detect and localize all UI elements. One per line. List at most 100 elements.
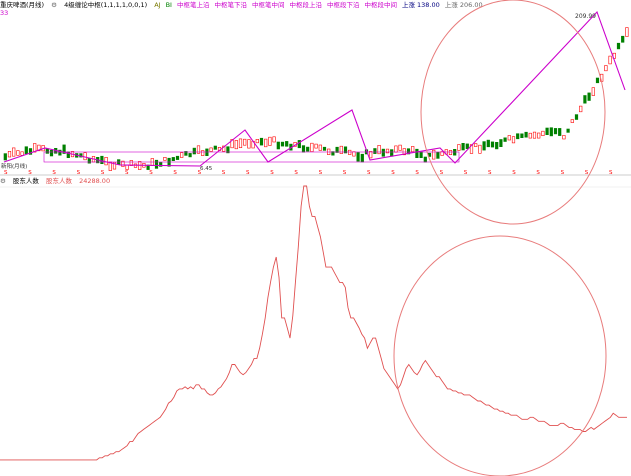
candle: [545, 127, 549, 135]
candle: [461, 143, 465, 151]
candle: [583, 95, 587, 104]
candle: [507, 135, 511, 141]
candle: [209, 147, 213, 152]
candle: [394, 145, 398, 153]
candle: [579, 105, 583, 113]
candle: [520, 133, 524, 139]
candle: [574, 114, 579, 120]
candle: [285, 141, 289, 147]
zigzag-lines: [3, 10, 626, 167]
candle: [175, 155, 180, 160]
candle: [465, 143, 469, 149]
candle: [566, 128, 570, 133]
candle: [49, 150, 54, 157]
sell-marker: S: [440, 170, 444, 176]
candle: [490, 141, 495, 148]
candle: [322, 146, 327, 151]
candle: [268, 136, 272, 146]
candle: [264, 138, 268, 148]
candle: [398, 144, 402, 151]
candlestick-series: [3, 27, 629, 171]
candle: [532, 131, 537, 139]
candle: [570, 119, 574, 123]
sell-marker: S: [222, 170, 226, 176]
candle: [20, 151, 24, 156]
candle: [423, 156, 427, 163]
zigzag-line: [3, 10, 626, 167]
sell-marker: S: [4, 170, 8, 176]
candle: [272, 136, 276, 143]
sell-marker: S: [149, 170, 153, 176]
candle: [12, 147, 16, 157]
candle: [87, 158, 91, 164]
candle: [448, 150, 453, 155]
candle: [171, 157, 175, 161]
candle: [549, 127, 553, 137]
candle: [499, 139, 503, 147]
candle: [352, 151, 356, 157]
candle: [516, 133, 520, 140]
sell-marker: S: [101, 170, 105, 176]
candle: [3, 153, 7, 161]
low-price-label: 6.45: [200, 166, 213, 172]
candle: [255, 139, 259, 144]
candle: [100, 155, 104, 164]
candle: [474, 143, 478, 147]
candle: [163, 157, 167, 161]
candle: [356, 152, 360, 162]
sell-marker: S: [28, 170, 32, 176]
candle: [339, 145, 343, 154]
candle: [608, 55, 612, 65]
candle: [234, 140, 238, 150]
candle: [385, 148, 390, 154]
candle: [553, 128, 558, 135]
candle: [411, 146, 415, 152]
candle: [377, 145, 381, 155]
candle: [306, 146, 310, 152]
candle: [301, 145, 306, 153]
sub-label: 新阳(月线): [1, 162, 27, 170]
candle: [314, 143, 318, 149]
sell-marker: S: [585, 170, 589, 176]
candle: [415, 148, 419, 158]
candle: [360, 153, 364, 163]
chart-canvas[interactable]: SSSSSSSSSSSSSSSSSSSSSSSSSS 209.99 6.45 新…: [0, 0, 631, 476]
candle: [562, 135, 566, 140]
candle: [436, 151, 440, 159]
sell-marker: S: [561, 170, 565, 176]
sell-marker: S: [173, 170, 177, 176]
candle: [541, 130, 545, 136]
sell-marker: S: [415, 170, 419, 176]
sell-marker: S: [77, 170, 81, 176]
sell-marker: S: [294, 170, 298, 176]
candle: [259, 137, 264, 146]
candle: [201, 150, 205, 156]
candle: [625, 27, 629, 37]
candle: [595, 77, 600, 84]
sell-marker: S: [488, 170, 492, 176]
candle: [528, 132, 532, 139]
candle: [369, 151, 373, 159]
sell-marker: S: [512, 170, 516, 176]
candle: [432, 149, 436, 160]
candle: [390, 149, 394, 157]
shareholders-line: [0, 185, 627, 461]
candle: [192, 147, 196, 155]
candle: [243, 138, 247, 146]
candle: [511, 136, 516, 144]
sell-marker: S: [536, 170, 540, 176]
candle: [348, 149, 352, 155]
candle: [16, 150, 20, 156]
candle: [486, 139, 490, 148]
candle: [280, 141, 285, 147]
candle: [247, 139, 251, 149]
candle: [24, 146, 28, 154]
sell-marker: S: [391, 170, 395, 176]
candle: [154, 159, 159, 169]
candle: [457, 144, 461, 151]
sell-marker: S: [270, 170, 274, 176]
candle: [537, 132, 541, 139]
candle: [373, 148, 377, 154]
candle: [238, 138, 243, 148]
candle: [587, 92, 591, 101]
